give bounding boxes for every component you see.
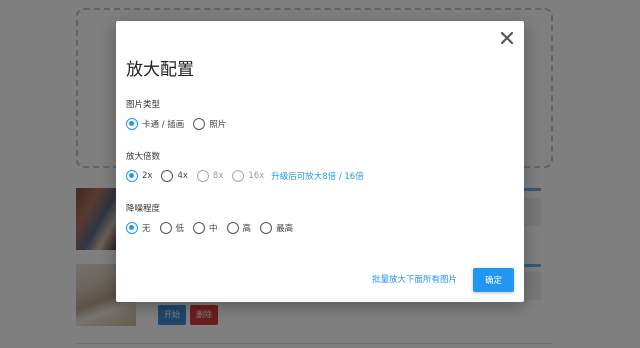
- radio-denoise-low[interactable]: 低: [159, 222, 185, 234]
- radio-scale-2x[interactable]: 2x: [126, 170, 152, 182]
- radio-scale-8x: 8x: [196, 170, 224, 182]
- close-button[interactable]: [498, 29, 516, 47]
- radio-indicator: [126, 118, 138, 130]
- radio-indicator: [193, 222, 206, 234]
- radio-label: 低: [175, 224, 185, 234]
- image-type-group: 卡通 / 插画 照片: [126, 118, 235, 130]
- radio-denoise-high[interactable]: 高: [226, 222, 252, 234]
- image-type-label: 图片类型: [126, 100, 161, 110]
- radio-indicator: [232, 170, 245, 182]
- radio-denoise-highest[interactable]: 最高: [260, 222, 293, 234]
- radio-cartoon[interactable]: 卡通 / 插画: [126, 118, 184, 130]
- radio-photo[interactable]: 照片: [193, 118, 226, 130]
- radio-label: 照片: [209, 120, 227, 130]
- denoise-label: 降噪程度: [126, 204, 161, 214]
- batch-upscale-link[interactable]: 批量放大下面所有图片: [372, 273, 457, 285]
- denoise-group: 无 低 中 高 最高: [126, 222, 302, 234]
- radio-indicator: [260, 222, 273, 234]
- radio-label: 2x: [142, 171, 153, 181]
- radio-label: 高: [242, 224, 252, 234]
- close-icon: [500, 31, 514, 45]
- radio-scale-4x[interactable]: 4x: [161, 170, 188, 182]
- radio-label: 无: [142, 224, 151, 234]
- scale-label: 放大倍数: [126, 152, 161, 162]
- radio-label: 4x: [177, 171, 188, 181]
- radio-denoise-medium[interactable]: 中: [193, 222, 218, 234]
- radio-label: 16x: [248, 171, 265, 181]
- radio-label: 最高: [276, 224, 294, 234]
- radio-indicator: [126, 222, 138, 234]
- radio-indicator: [196, 170, 209, 182]
- scale-group: 2x 4x 8x 16x 升级后可放大8倍 / 16倍: [126, 170, 364, 182]
- radio-scale-16x: 16x: [232, 170, 264, 182]
- radio-indicator: [161, 170, 174, 182]
- radio-label: 卡通 / 插画: [142, 120, 185, 130]
- radio-label: 中: [209, 224, 218, 234]
- confirm-button[interactable]: 确定: [473, 268, 514, 292]
- radio-label: 8x: [212, 171, 224, 181]
- upscale-config-dialog: 放大配置 图片类型 卡通 / 插画 照片 放大倍数 2x 4x 8x 16x 升…: [116, 21, 524, 302]
- radio-indicator: [226, 222, 239, 234]
- radio-denoise-none[interactable]: 无: [126, 222, 151, 234]
- radio-indicator: [126, 170, 138, 182]
- dialog-title: 放大配置: [126, 60, 194, 80]
- upgrade-link[interactable]: 升级后可放大8倍 / 16倍: [271, 170, 364, 182]
- radio-indicator: [193, 118, 206, 130]
- radio-indicator: [159, 222, 172, 234]
